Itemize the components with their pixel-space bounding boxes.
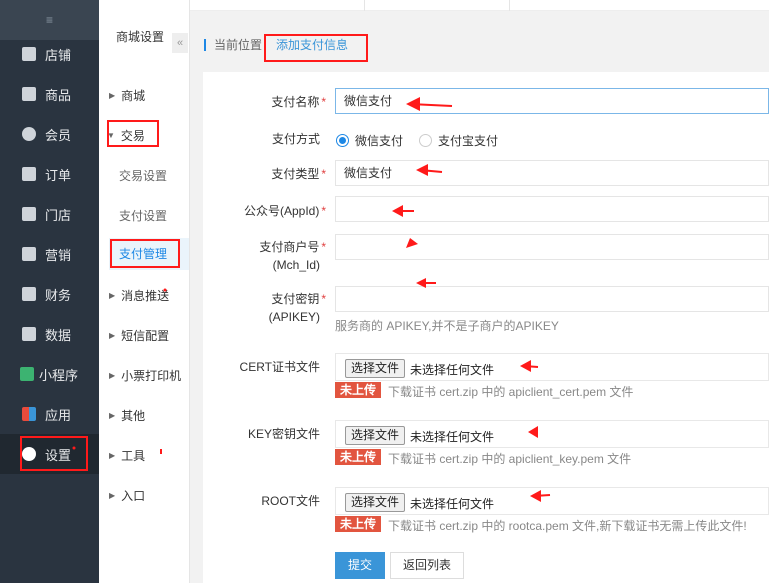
sidebar-item-label: 门店 bbox=[45, 207, 72, 223]
subnav-item-trade[interactable]: ▼ 交易 bbox=[107, 127, 145, 144]
pay-type-label: 支付类型 * bbox=[271, 167, 326, 181]
pay-name-input[interactable]: 微信支付 bbox=[335, 88, 769, 114]
sidebar-item-miniprogram[interactable]: 小程序 bbox=[0, 354, 99, 394]
sidebar-item-settings[interactable]: 设置 bbox=[0, 434, 99, 474]
gear-icon bbox=[22, 447, 36, 461]
subnav-item-entry[interactable]: ▶ 入口 bbox=[109, 487, 145, 504]
mchid-label: 支付商户号 * bbox=[259, 240, 326, 254]
apikey-label-sub: (APIKEY) bbox=[268, 310, 320, 324]
sidebar-item-label: 应用 bbox=[45, 407, 72, 423]
cert-download-hint: 下载证书 cert.zip 中的 apiclient_cert.pem 文件 bbox=[388, 385, 634, 399]
goods-icon bbox=[22, 87, 36, 101]
store-icon bbox=[22, 47, 36, 61]
root-not-uploaded-badge: 未上传 bbox=[335, 516, 382, 532]
subnav-child-pay-manage[interactable]: 支付管理 bbox=[109, 238, 189, 270]
subnav-item-sms[interactable]: ▶ 短信配置 bbox=[109, 327, 169, 344]
cert-file-status: 未选择任何文件 bbox=[410, 363, 495, 377]
root-download-hint: 下载证书 cert.zip 中的 rootca.pem 文件,新下载证书无需上传… bbox=[388, 519, 747, 533]
cert-not-uploaded-badge: 未上传 bbox=[335, 382, 382, 398]
subnav-item-tools[interactable]: ▶ 工具 bbox=[109, 447, 145, 464]
subnav-child-pay-settings[interactable]: 支付设置 bbox=[119, 207, 167, 224]
chevron-right-icon: ▶ bbox=[109, 331, 116, 340]
radio-wechat[interactable]: 微信支付 bbox=[336, 132, 403, 149]
apikey-label: 支付密钥 * bbox=[271, 292, 326, 306]
root-label: ROOT文件 bbox=[261, 494, 320, 508]
main-sidebar: ≡ 店铺 商品 会员 订单 门店 营销 财务 数据 小程序 应用 设置 bbox=[0, 0, 99, 583]
sidebar-item-label: 会员 bbox=[45, 127, 72, 143]
key-file-status: 未选择任何文件 bbox=[410, 430, 495, 444]
subnav-child-trade-settings[interactable]: 交易设置 bbox=[119, 167, 167, 184]
chart-icon bbox=[22, 327, 36, 341]
appid-input[interactable] bbox=[335, 196, 769, 222]
sidebar-item-data[interactable]: 数据 bbox=[0, 314, 99, 354]
sidebar-item-shop[interactable]: 门店 bbox=[0, 194, 99, 234]
submit-button[interactable]: 提交 bbox=[335, 552, 385, 579]
cert-choose-file-button[interactable]: 选择文件 bbox=[345, 359, 406, 378]
root-file-status: 未选择任何文件 bbox=[410, 497, 495, 511]
root-choose-file-button[interactable]: 选择文件 bbox=[345, 493, 406, 512]
chevron-right-icon: ▶ bbox=[109, 291, 116, 300]
back-to-list-button[interactable]: 返回列表 bbox=[390, 552, 464, 579]
shop-icon bbox=[22, 207, 36, 221]
key-choose-file-button[interactable]: 选择文件 bbox=[345, 426, 406, 445]
sidebar-item-label: 营销 bbox=[45, 247, 72, 263]
sidebar-item-label: 财务 bbox=[45, 287, 72, 303]
settings-subnav: 商城设置 ▶ 商城 ▼ 交易 交易设置 支付设置 支付管理 ▶ 消息推送 ▶ 短信配置 … bbox=[99, 0, 190, 583]
sidebar-item-label: 店铺 bbox=[45, 47, 72, 63]
top-bar bbox=[190, 0, 769, 11]
radio-alipay[interactable]: 支付宝支付 bbox=[419, 132, 498, 149]
apikey-input[interactable] bbox=[335, 286, 769, 312]
subnav-item-printer[interactable]: ▶ 小票打印机 bbox=[109, 367, 181, 384]
key-label: KEY密钥文件 bbox=[247, 427, 320, 441]
mchid-label-sub: (Mch_Id) bbox=[272, 258, 320, 272]
subnav-collapse-button[interactable]: « bbox=[172, 33, 188, 53]
key-not-uploaded-badge: 未上传 bbox=[335, 449, 382, 465]
pay-method-label: 支付方式 bbox=[271, 132, 320, 146]
breadcrumb-prefix: 当前位置： bbox=[214, 38, 275, 52]
subnav-item-mall[interactable]: ▶ 商城 bbox=[109, 87, 145, 104]
sidebar-item-order[interactable]: 订单 bbox=[0, 154, 99, 194]
subnav-item-message[interactable]: ▶ 消息推送 bbox=[109, 287, 169, 304]
sidebar-item-member[interactable]: 会员 bbox=[0, 114, 99, 154]
chevron-right-icon: ▶ bbox=[109, 371, 116, 380]
miniprogram-icon bbox=[20, 367, 34, 381]
sidebar-item-marketing[interactable]: 营销 bbox=[0, 234, 99, 274]
sidebar-item-label: 设置 bbox=[45, 447, 72, 463]
sidebar-item-label: 小程序 bbox=[39, 367, 79, 383]
sidebar-item-goods[interactable]: 商品 bbox=[0, 74, 99, 114]
breadcrumb-current[interactable]: 添加支付信息 bbox=[276, 36, 348, 53]
mchid-input[interactable] bbox=[335, 234, 769, 260]
appid-label: 公众号(AppId) * bbox=[243, 204, 326, 218]
subnav-item-other[interactable]: ▶ 其他 bbox=[109, 407, 145, 424]
chevron-right-icon: ▶ bbox=[109, 451, 116, 460]
order-icon bbox=[22, 167, 36, 181]
sidebar-item-label: 数据 bbox=[45, 327, 72, 343]
apikey-hint: 服务商的 APIKEY,并不是子商户的APIKEY bbox=[335, 319, 559, 333]
user-icon bbox=[22, 127, 36, 141]
apps-icon bbox=[22, 407, 36, 421]
sidebar-item-label: 商品 bbox=[45, 87, 72, 103]
chevron-down-icon: ▼ bbox=[107, 131, 115, 140]
radio-unchecked-icon bbox=[419, 134, 432, 147]
cert-label: CERT证书文件 bbox=[239, 360, 320, 374]
subnav-title: 商城设置 bbox=[115, 30, 164, 44]
gift-icon bbox=[22, 247, 36, 261]
radio-checked-icon bbox=[336, 134, 349, 147]
sidebar-item-finance[interactable]: 财务 bbox=[0, 274, 99, 314]
double-chevron-left-icon: « bbox=[176, 37, 184, 49]
pay-type-select[interactable]: 微信支付 bbox=[335, 160, 769, 186]
chevron-right-icon: ▶ bbox=[109, 411, 116, 420]
sidebar-item-apps[interactable]: 应用 bbox=[0, 394, 99, 434]
chevron-right-icon: ▶ bbox=[109, 491, 116, 500]
breadcrumb: 当前位置： 添加支付信息 bbox=[204, 36, 348, 53]
key-download-hint: 下载证书 cert.zip 中的 apiclient_key.pem 文件 bbox=[388, 452, 632, 466]
sidebar-item-label: 订单 bbox=[45, 167, 72, 183]
chevron-right-icon: ▶ bbox=[109, 91, 116, 100]
pay-name-label: 支付名称 * bbox=[271, 95, 326, 109]
sidebar-item-store[interactable]: 店铺 bbox=[0, 34, 99, 74]
menu-icon: ≡ bbox=[45, 13, 53, 27]
finance-icon bbox=[22, 287, 36, 301]
